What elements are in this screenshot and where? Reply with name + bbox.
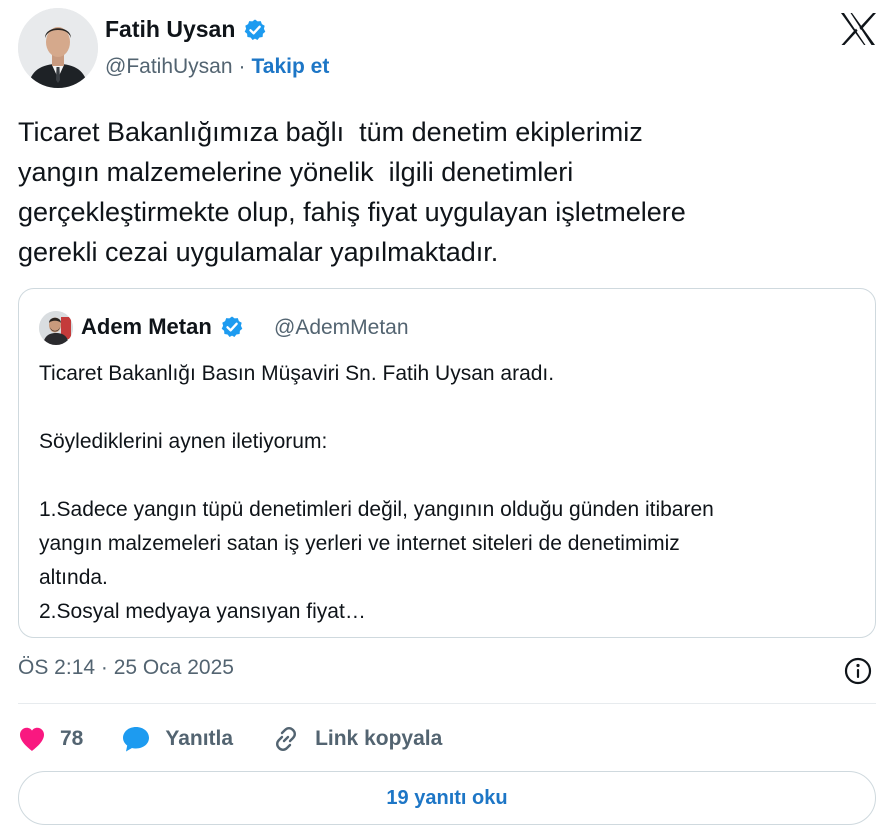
reply-label: Yanıtla [165, 727, 234, 750]
divider [18, 703, 876, 704]
action-bar: 78 Yanıtla Link kopyala [18, 722, 480, 756]
quote-line: Söylediklerini aynen iletiyorum: [39, 430, 328, 453]
quote-author-name: Adem Metan [81, 314, 244, 340]
x-logo-icon[interactable] [840, 12, 876, 46]
read-replies-button[interactable]: 19 yanıtı oku [18, 771, 876, 825]
quote-line: Ticaret Bakanlığı Basın Müşaviri Sn. Fat… [39, 362, 555, 385]
author-handle[interactable]: @FatihUysan [105, 55, 233, 78]
tweet-timestamp[interactable]: ÖS 2:14 · 25 Oca 2025 [18, 656, 234, 680]
reply-button[interactable]: Yanıtla [121, 725, 233, 753]
read-replies-label: 19 yanıtı oku [386, 786, 508, 809]
tweet-line: gerekli cezai uygulamalar yapılmaktadır. [18, 237, 499, 267]
copy-link-label: Link kopyala [315, 727, 443, 750]
reply-bubble-icon [123, 727, 150, 752]
verified-badge-icon [220, 315, 244, 339]
like-count: 78 [60, 727, 84, 750]
separator-dot: · [238, 55, 246, 78]
author-name-text[interactable]: Fatih Uysan [105, 16, 235, 43]
quote-line: 1.Sadece yangın tüpü denetimleri değil, … [39, 498, 714, 521]
author-handle-row: @FatihUysan · Takip et [105, 55, 329, 79]
quote-author-handle: @AdemMetan [274, 316, 409, 339]
quote-line [39, 391, 859, 425]
tweet-line: gerçekleştirmekte olup, fahiş fiyat uygu… [18, 197, 686, 227]
quoted-tweet[interactable]: Adem Metan @AdemMetan Ticaret Bakanlığı … [18, 288, 876, 638]
copy-link-button[interactable]: Link kopyala [271, 724, 442, 754]
quote-line: yangın malzemeleri satan iş yerleri ve i… [39, 532, 680, 555]
author-name[interactable]: Fatih Uysan [105, 16, 267, 43]
author-avatar[interactable] [18, 8, 98, 88]
tweet-line: Ticaret Bakanlığımıza bağlı tüm denetim … [18, 117, 643, 147]
verified-badge-icon [243, 18, 267, 42]
info-icon[interactable] [843, 656, 873, 686]
quote-line: altında. [39, 566, 108, 589]
quote-line: 2.Sosyal medyaya yansıyan fiyat… [39, 600, 366, 623]
quote-author-name-text: Adem Metan [81, 314, 212, 339]
quote-avatar [39, 311, 73, 345]
follow-button[interactable]: Takip et [252, 55, 330, 78]
like-button[interactable]: 78 [18, 726, 83, 752]
tweet-line: yangın malzemelerine yönelik ilgili dene… [18, 157, 574, 187]
tweet-text: Ticaret Bakanlığımıza bağlı tüm denetim … [18, 112, 878, 272]
link-icon [276, 727, 297, 751]
quote-text: Ticaret Bakanlığı Basın Müşaviri Sn. Fat… [39, 357, 859, 629]
heart-icon [20, 727, 44, 751]
quote-line [39, 459, 859, 493]
